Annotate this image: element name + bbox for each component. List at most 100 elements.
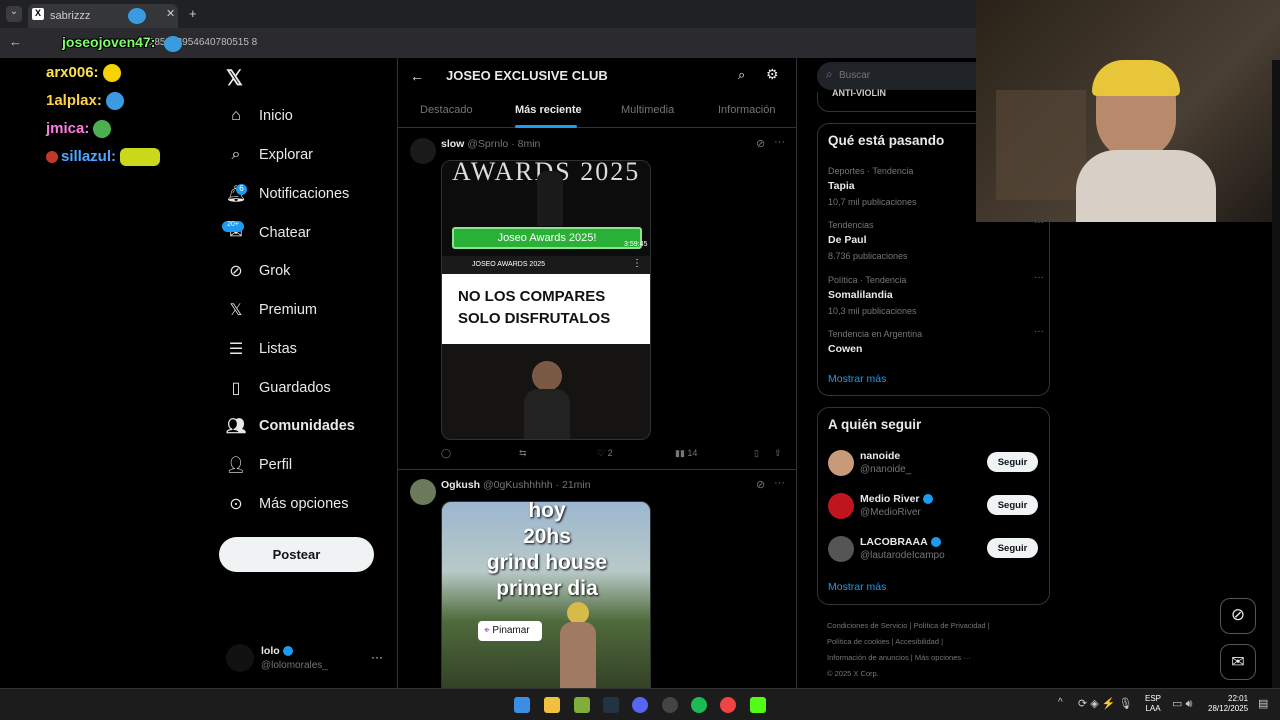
follow-item[interactable]: LACOBRAAA @lautarodeIcampo Seguir: [828, 536, 1040, 566]
footer-links: Condiciones de Servicio | Política de Pr…: [827, 621, 990, 678]
tab-destacado[interactable]: Destacado: [420, 104, 473, 116]
sidebar-item-comunidades[interactable]: 👥︎ Comunidades: [226, 411, 355, 441]
trend-item[interactable]: Política · Tendencia Somalilandia 10,3 m…: [828, 272, 1044, 325]
trend-item[interactable]: Tendencia en Argentina Cowen ···: [828, 326, 1044, 361]
file-explorer-icon[interactable]: [544, 697, 560, 713]
footer-link[interactable]: Política de Privacidad: [914, 621, 986, 630]
kick-icon[interactable]: [750, 697, 766, 713]
avatar[interactable]: [410, 138, 436, 164]
tab-informacion[interactable]: Información: [718, 104, 775, 116]
person-head: [567, 602, 589, 624]
follow-button[interactable]: Seguir: [987, 495, 1038, 515]
awards-banner: Joseo Awards 2025!: [452, 227, 642, 249]
avatar: [828, 450, 854, 476]
sidebar-item-grok[interactable]: ⊘ Grok: [226, 256, 290, 286]
tab-mas-reciente[interactable]: Más reciente: [515, 104, 582, 116]
who-to-follow-card: A quién seguir nanoide @nanoide_ Seguir …: [817, 407, 1050, 605]
chat-line: arx006:: [46, 64, 160, 92]
footer-link[interactable]: Política de cookies: [827, 637, 890, 646]
webcam-overlay: [976, 0, 1280, 222]
views-icon[interactable]: ▮▮ 14: [675, 448, 697, 459]
trend-item[interactable]: Tendencias De Paul 8.736 publicaciones ·…: [828, 217, 1044, 270]
stream-chat: arx006: 1alplax: jmica: sillazul:: [46, 64, 161, 176]
grok-icon[interactable]: ⊘: [756, 137, 765, 150]
footer-link[interactable]: Más opciones ···: [915, 653, 971, 662]
like-icon[interactable]: ♡ 2: [597, 448, 613, 459]
obs-icon[interactable]: [662, 697, 678, 713]
sidebar-item-explorar[interactable]: ⌕ Explorar: [226, 140, 313, 170]
messages-float-button[interactable]: ✉: [1220, 644, 1256, 680]
bookmark-icon[interactable]: ▯: [754, 448, 759, 459]
search-icon[interactable]: ⌕: [738, 67, 745, 83]
account-more-icon[interactable]: ···: [371, 650, 383, 664]
tweet[interactable]: Ogkush @0gKushhhhh · 21min ⊘ ··· hoy 20h…: [398, 471, 796, 688]
grok-icon[interactable]: ⊘: [756, 478, 765, 491]
windows-start-icon[interactable]: [514, 697, 530, 713]
spotify-icon[interactable]: [691, 697, 707, 713]
grok-float-button[interactable]: ⊘: [1220, 598, 1256, 634]
list-icon: ☰: [228, 341, 244, 358]
tab-search-button[interactable]: ⌄: [6, 6, 22, 22]
search-icon: ⌕: [826, 67, 833, 81]
new-tab-icon[interactable]: +: [189, 6, 197, 21]
show-more-link[interactable]: Mostrar más: [828, 373, 886, 385]
x-logo-icon[interactable]: 𝕏: [226, 66, 243, 91]
footer-link[interactable]: Accesibilidad: [895, 637, 939, 646]
browser-tab[interactable]: sabrizzz: [28, 4, 178, 28]
back-arrow-icon[interactable]: ←: [410, 68, 424, 84]
sidebar-item-inicio[interactable]: ⌂ Inicio: [226, 101, 293, 131]
tweet[interactable]: slow @Sprnlo · 8min ⊘ ··· AWARDS 2025 Jo…: [398, 130, 796, 470]
sidebar-item-mas-opciones[interactable]: ⊙ Más opciones: [226, 489, 348, 519]
sidebar-item-listas[interactable]: ☰ Listas: [226, 334, 297, 364]
chat-badge: 20+: [222, 221, 244, 232]
follow-button[interactable]: Seguir: [987, 538, 1038, 558]
retweet-icon[interactable]: ⇆: [519, 448, 527, 459]
back-arrow-icon[interactable]: ←: [9, 34, 22, 49]
tweet-image[interactable]: hoy 20hs grind house primer dia ⌖ Pinama…: [441, 501, 651, 688]
discord-icon[interactable]: [632, 697, 648, 713]
share-icon[interactable]: ⇪: [774, 448, 782, 459]
more-icon[interactable]: ···: [1034, 272, 1044, 283]
tab-multimedia[interactable]: Multimedia: [621, 104, 674, 116]
verified-icon: [930, 537, 941, 548]
notification-badge: 6: [236, 184, 247, 195]
sidebar-item-perfil[interactable]: 👤︎ Perfil: [226, 450, 292, 480]
footer-link[interactable]: Condiciones de Servicio: [827, 621, 907, 630]
streamer-shirt: [1076, 150, 1216, 222]
close-tab-icon[interactable]: ✕: [166, 7, 175, 20]
grok-icon: ⊘: [229, 263, 243, 280]
chrome-icon[interactable]: [720, 697, 736, 713]
more-icon[interactable]: ···: [1034, 326, 1044, 337]
location-pin: ⌖ Pinamar: [478, 621, 542, 641]
post-button[interactable]: Postear: [219, 537, 374, 572]
reply-icon[interactable]: ◯: [441, 448, 451, 459]
language-indicator[interactable]: ESP LAA: [1145, 694, 1161, 714]
avatar[interactable]: [410, 479, 436, 505]
avatar[interactable]: [226, 644, 254, 672]
show-more-link[interactable]: Mostrar más: [828, 581, 886, 593]
network-volume-icon[interactable]: ▭ 🔊︎: [1172, 697, 1192, 711]
steam-icon[interactable]: [603, 697, 619, 713]
app-icon[interactable]: [574, 697, 590, 713]
follow-item[interactable]: Medio River @MedioRiver Seguir: [828, 493, 1040, 523]
avatar: [828, 536, 854, 562]
tweet-header: slow @Sprnlo · 8min: [441, 138, 541, 150]
more-icon: ⊙: [229, 496, 243, 513]
account-name[interactable]: lolo: [261, 645, 293, 657]
footer-link[interactable]: Información de anuncios: [827, 653, 909, 662]
tray-chevron-icon[interactable]: ^: [1058, 697, 1063, 708]
sidebar-item-premium[interactable]: 𝕏 Premium: [226, 295, 317, 325]
follow-item[interactable]: nanoide @nanoide_ Seguir: [828, 450, 1040, 480]
more-icon[interactable]: ···: [774, 477, 785, 489]
clock[interactable]: 22:01 28/12/2025: [1208, 694, 1248, 714]
scrollbar[interactable]: [1272, 60, 1280, 688]
more-icon[interactable]: ···: [774, 136, 785, 148]
tweet-video[interactable]: AWARDS 2025 Joseo Awards 2025! 3:59:45 J…: [441, 160, 651, 440]
follow-button[interactable]: Seguir: [987, 452, 1038, 472]
tweet-actions: ◯ ⇆ ♡ 2 ▮▮ 14 ▯ ⇪: [441, 448, 786, 462]
notifications-icon[interactable]: ▤: [1258, 697, 1268, 710]
pin-icon: ⌖: [484, 625, 490, 636]
sidebar-item-guardados[interactable]: ▯ Guardados: [226, 373, 331, 403]
account-handle: @lolomorales_: [261, 660, 328, 671]
gear-icon[interactable]: ⚙: [766, 66, 779, 83]
